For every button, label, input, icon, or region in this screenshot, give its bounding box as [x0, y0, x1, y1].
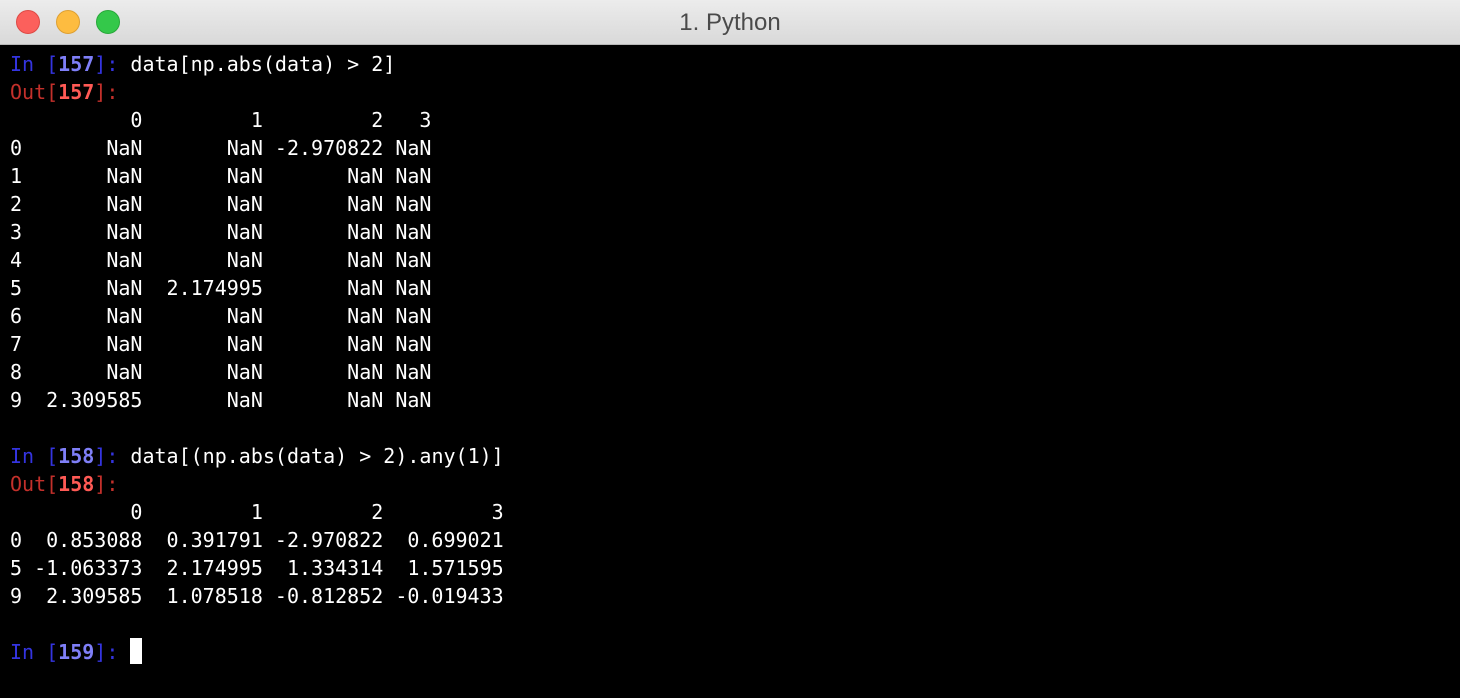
text-cursor[interactable]	[130, 638, 143, 664]
output-prompt-line: Out[158]:	[10, 470, 1460, 498]
table-row: 0 NaN NaN -2.970822 NaN	[10, 136, 432, 160]
in-prompt-number: 158	[58, 444, 95, 468]
terminal-window: 1. Python In [157]: data[np.abs(data) > …	[0, 0, 1460, 698]
in-prompt-close: ]:	[94, 640, 131, 664]
table-row: 9 2.309585 1.078518 -0.812852 -0.019433	[10, 584, 504, 608]
table-row: 3 NaN NaN NaN NaN	[10, 220, 432, 244]
active-input-line[interactable]: In [159]:	[10, 638, 1460, 666]
out-prompt-label: Out[	[10, 472, 59, 496]
table-row: 9 2.309585 NaN NaN NaN	[10, 388, 432, 412]
title-bar[interactable]: 1. Python	[0, 0, 1460, 45]
input-code: data[(np.abs(data) > 2).any(1)]	[130, 444, 504, 468]
out-prompt-close: ]:	[94, 80, 119, 104]
terminal-output[interactable]: In [157]: data[np.abs(data) > 2] Out[157…	[0, 46, 1460, 698]
table-header: 0 1 2 3	[10, 108, 432, 132]
table-row: 8 NaN NaN NaN NaN	[10, 360, 432, 384]
in-prompt-number: 159	[58, 640, 95, 664]
table-row: 6 NaN NaN NaN NaN	[10, 304, 432, 328]
table-row: 0 0.853088 0.391791 -2.970822 0.699021	[10, 528, 504, 552]
input-prompt-line: In [157]: data[np.abs(data) > 2]	[10, 50, 1460, 78]
output-prompt-line: Out[157]:	[10, 78, 1460, 106]
window-title: 1. Python	[679, 9, 781, 36]
out-prompt-number: 157	[58, 80, 95, 104]
table-header: 0 1 2 3	[10, 500, 504, 524]
in-prompt-close: ]:	[94, 444, 131, 468]
table-row: 5 NaN 2.174995 NaN NaN	[10, 276, 432, 300]
in-prompt-number: 157	[58, 52, 95, 76]
table-row: 5 -1.063373 2.174995 1.334314 1.571595	[10, 556, 504, 580]
table-row: 7 NaN NaN NaN NaN	[10, 332, 432, 356]
in-prompt-close: ]:	[94, 52, 131, 76]
in-prompt-label: In [	[10, 444, 59, 468]
table-row: 4 NaN NaN NaN NaN	[10, 248, 432, 272]
table-row: 1 NaN NaN NaN NaN	[10, 164, 432, 188]
out-prompt-label: Out[	[10, 80, 59, 104]
input-code: data[np.abs(data) > 2]	[130, 52, 396, 76]
table-row: 2 NaN NaN NaN NaN	[10, 192, 432, 216]
input-prompt-line: In [158]: data[(np.abs(data) > 2).any(1)…	[10, 442, 1460, 470]
in-prompt-label: In [	[10, 52, 59, 76]
out-prompt-close: ]:	[94, 472, 119, 496]
in-prompt-label: In [	[10, 640, 59, 664]
out-prompt-number: 158	[58, 472, 95, 496]
